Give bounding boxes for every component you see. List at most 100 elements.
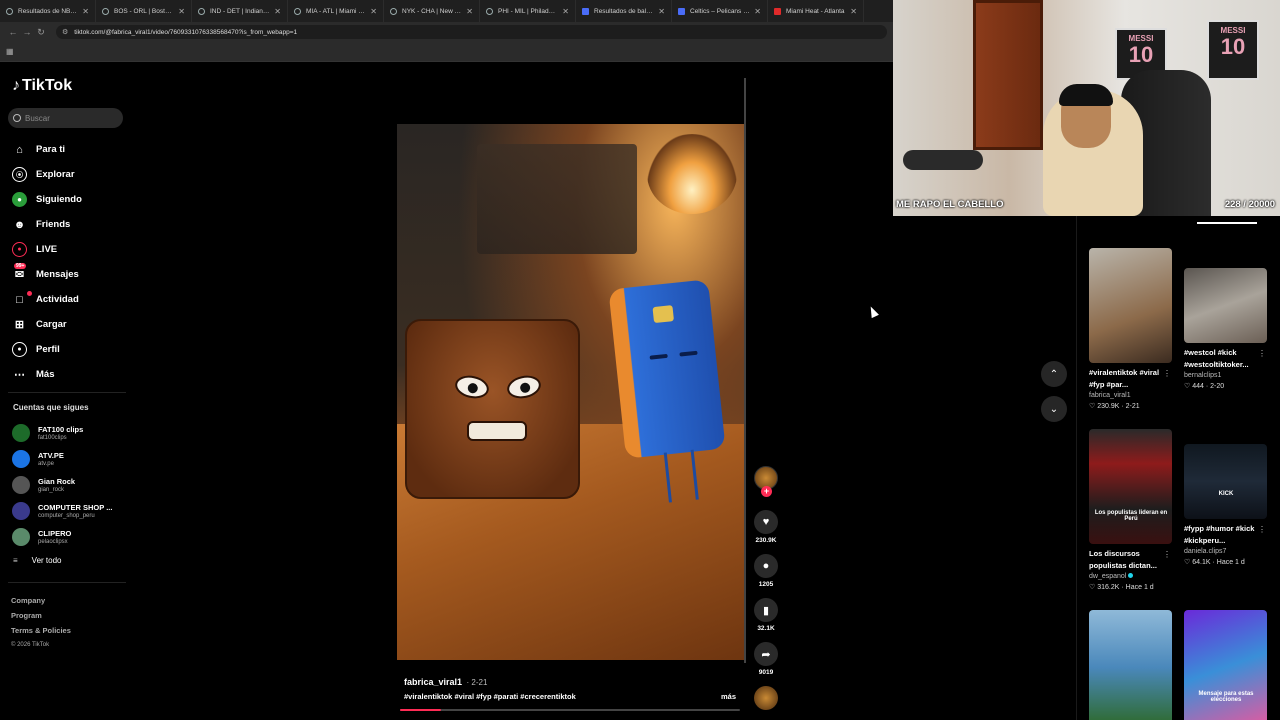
activity-icon: □: [16, 293, 23, 306]
sidebar-item-explorar[interactable]: ⦿ Explorar: [12, 162, 132, 187]
following-account[interactable]: FAT100 clips fat100clips: [12, 420, 132, 446]
recommended-video[interactable]: [1089, 610, 1173, 720]
tab-close-icon[interactable]: ✕: [178, 7, 185, 16]
kebab-menu-icon[interactable]: ⋮: [1258, 349, 1266, 358]
tab-close-icon[interactable]: ✕: [82, 7, 89, 16]
url-field[interactable]: ⚙ tiktok.com/@fabrica_viral1/video/76093…: [56, 25, 887, 39]
back-icon[interactable]: ←: [6, 27, 20, 37]
kebab-menu-icon[interactable]: ⋮: [1163, 550, 1171, 559]
video-author[interactable]: daniela.clips7: [1184, 548, 1268, 555]
tab-close-icon[interactable]: ✕: [850, 7, 857, 16]
video-thumbnail[interactable]: [1089, 610, 1172, 720]
video-stats: ♡ 444 · 2-20: [1184, 383, 1225, 390]
follow-plus-button[interactable]: +: [761, 486, 772, 497]
reload-icon[interactable]: ↻: [34, 27, 48, 38]
forward-icon[interactable]: →: [20, 27, 34, 37]
browser-tab[interactable]: Resultados de balonc ✕: [576, 0, 672, 22]
video-author[interactable]: fabrica_viral1: [404, 677, 462, 687]
sound-disc[interactable]: [752, 686, 780, 710]
recommended-video[interactable]: #westcol #kick #westcoltiktoker... ⋮ berna…: [1184, 268, 1268, 390]
footer-link-company[interactable]: Company: [11, 593, 71, 608]
search-input[interactable]: Buscar: [8, 108, 123, 128]
chevron-up-icon: ⌃: [1049, 368, 1059, 380]
sidebar-item-friends[interactable]: ☻ Friends: [12, 212, 132, 237]
next-video-button[interactable]: ⌄: [1041, 396, 1067, 422]
video-thumbnail[interactable]: KICK: [1184, 444, 1267, 519]
see-all-button[interactable]: ≡ Ver todo: [13, 556, 61, 565]
sidebar-item-label: Más: [36, 369, 55, 380]
previous-video-button[interactable]: ⌃: [1041, 361, 1067, 387]
sidebar-item-perfil[interactable]: ● Perfil: [12, 337, 132, 362]
browser-tab[interactable]: NYK - CHA | New York ✕: [384, 0, 480, 22]
browser-tab[interactable]: Celtics – Pelicans man ✕: [672, 0, 768, 22]
video-author[interactable]: fabrica_viral1: [1089, 392, 1173, 399]
tab-close-icon[interactable]: ✕: [370, 7, 377, 16]
save-count: 32.1K: [757, 625, 775, 632]
save-button[interactable]: ▮ 32.1K: [752, 598, 780, 632]
video-thumbnail[interactable]: [1184, 268, 1267, 343]
tiktok-logo[interactable]: ♪ TikTok: [12, 77, 72, 95]
video-title[interactable]: #fypp #humor #kick #kickperu...: [1184, 523, 1262, 547]
browser-tab[interactable]: BOS - ORL | Boston Ce ✕: [96, 0, 192, 22]
tab-close-icon[interactable]: ✕: [466, 7, 473, 16]
following-account[interactable]: ATV.PE atv.pe: [12, 446, 132, 472]
video-author[interactable]: dw_espanol: [1089, 573, 1173, 580]
video-thumbnail[interactable]: [1089, 248, 1172, 363]
recommended-video[interactable]: #viralentiktok #viral #fyp #par... ⋮ fabri…: [1089, 248, 1173, 410]
video-title[interactable]: #westcol #kick #westcoltiktoker...: [1184, 347, 1262, 371]
tab-favicon-icon: [774, 7, 781, 15]
recommended-video[interactable]: Los populistas lideran en Perú Los discur…: [1089, 429, 1173, 591]
browser-tab[interactable]: IND - DET | Indiana Pa ✕: [192, 0, 288, 22]
sidebar-item-actividad[interactable]: □ Actividad: [12, 287, 132, 312]
caption-more-button[interactable]: más: [721, 692, 736, 701]
like-count: 444: [1192, 383, 1204, 390]
following-account[interactable]: CLIPERO pelaoclipsx: [12, 524, 132, 550]
following-account[interactable]: Gian Rock gian_rock: [12, 472, 132, 498]
heart-outline-icon: ♡: [1089, 403, 1096, 410]
sidebar-item-m-s[interactable]: ⋯ Más: [12, 362, 132, 387]
video-progress-bar[interactable]: [400, 709, 740, 711]
video-stats: ♡ 316.2K · Hace 1 d: [1089, 584, 1154, 591]
tab-favicon-icon: [6, 7, 13, 15]
tab-close-icon[interactable]: ✕: [658, 7, 665, 16]
sidebar-item-label: Perfil: [36, 344, 60, 355]
sidebar-item-para-ti[interactable]: ⌂ Para ti: [12, 137, 132, 162]
video-thumbnail[interactable]: Mensaje para estas elecciones: [1184, 610, 1267, 720]
following-account[interactable]: COMPUTER SHOP ... computer_shop_peru: [12, 498, 132, 524]
video-hashtags[interactable]: #viralentiktok #viral #fyp #parati #crec…: [404, 692, 576, 701]
recommended-video[interactable]: KICK #fypp #humor #kick #kickperu... ⋮ dani…: [1184, 444, 1268, 566]
recommended-video[interactable]: Mensaje para estas elecciones: [1184, 610, 1268, 720]
video-title[interactable]: #viralentiktok #viral #fyp #par...: [1089, 367, 1167, 391]
video-progress-fill: [400, 709, 441, 711]
share-button[interactable]: ➦ 9019: [752, 642, 780, 676]
kebab-menu-icon[interactable]: ⋮: [1258, 525, 1266, 534]
tab-favicon-icon: [294, 7, 301, 15]
kebab-menu-icon[interactable]: ⋮: [1163, 369, 1171, 378]
browser-tab[interactable]: PHI - MIL | Philadelphi ✕: [480, 0, 576, 22]
tab-close-icon[interactable]: ✕: [562, 7, 569, 16]
browser-tab[interactable]: Miami Heat - Atlanta ✕: [768, 0, 864, 22]
footer-link-program[interactable]: Program: [11, 608, 71, 623]
video-caption: fabrica_viral1 · 2-21 #viralentiktok #vi…: [404, 672, 744, 701]
apps-grid-icon[interactable]: ▦: [6, 47, 14, 56]
footer-link-terms[interactable]: Terms & Policies: [11, 623, 71, 638]
browser-tab[interactable]: MIA - ATL | Miami Hea ✕: [288, 0, 384, 22]
tab-title: Celtics – Pelicans man: [690, 7, 751, 15]
browser-tab[interactable]: Resultados de NBA 20 ✕: [0, 0, 96, 22]
video-title[interactable]: Los discursos populistas dictan...: [1089, 548, 1167, 572]
comment-button[interactable]: ● 1205: [752, 554, 780, 588]
poster-number: 10: [1220, 34, 1246, 59]
video-player[interactable]: [397, 124, 744, 660]
sidebar-item-mensajes[interactable]: ✉ Mensajes 99+: [12, 262, 132, 287]
site-info-icon[interactable]: ⚙: [62, 28, 68, 36]
sidebar-item-live[interactable]: ● LIVE: [12, 237, 132, 262]
video-thumbnail[interactable]: Los populistas lideran en Perú: [1089, 429, 1172, 544]
tab-close-icon[interactable]: ✕: [274, 7, 281, 16]
video-author[interactable]: bernalclips1: [1184, 372, 1268, 379]
sidebar-nav: ⌂ Para ti ⦿ Explorar ● Siguiendo ☻ Friends ● LIVE…: [12, 137, 132, 387]
like-button[interactable]: ♥ 230.9K: [752, 510, 780, 544]
tab-close-icon[interactable]: ✕: [754, 7, 761, 16]
sidebar-item-siguiendo[interactable]: ● Siguiendo: [12, 187, 132, 212]
comment-icon: ●: [762, 560, 770, 572]
sidebar-item-cargar[interactable]: ⊞ Cargar: [12, 312, 132, 337]
